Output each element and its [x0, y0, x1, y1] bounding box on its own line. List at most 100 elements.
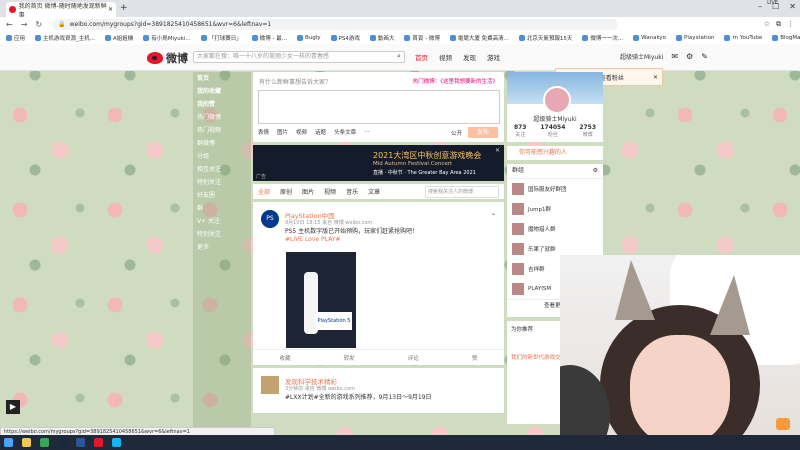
settings-gear-icon[interactable]: ⚙ — [686, 52, 693, 61]
publish-icon[interactable]: ✎ — [701, 52, 708, 61]
bookmark-item[interactable]: 应用 — [6, 34, 25, 42]
avatar[interactable] — [261, 376, 279, 394]
qq-icon[interactable] — [112, 438, 121, 447]
ad-banner[interactable]: 2021大湾区中秋创意游戏晚会 Mid Autumn Festival Conc… — [253, 145, 504, 181]
url-input[interactable]: 🔒 weibo.com/mygroups?gid=389182541045865… — [52, 19, 619, 30]
followers-count[interactable]: 174054 粉丝 — [540, 124, 565, 138]
sidebar-item[interactable]: 我的收藏 — [193, 85, 251, 98]
bookmark-item[interactable]: 主机游戏資源_主机... — [35, 34, 95, 42]
sidebar-item[interactable]: V+ 关注 — [193, 215, 251, 228]
bookmark-item[interactable]: 有小鳥Miyuki... — [143, 34, 191, 42]
post-action[interactable]: 转发 — [344, 354, 355, 362]
back-icon[interactable]: ← — [6, 20, 13, 29]
search-input[interactable]: 大家都在搜：唯一十八岁的美丽少女一样的青春感 — [193, 51, 405, 63]
hot-topic-link[interactable]: 热门微博：《这里我想要新的生活》 — [413, 77, 498, 85]
extensions-icon[interactable]: ⧉ — [776, 20, 781, 29]
bookmark-item[interactable]: 北京天氣預報15天 — [518, 34, 572, 42]
sidebar-item[interactable]: 特别关注 — [193, 228, 251, 241]
browser-tab[interactable]: 我的首页 微博-随时随地发现新鲜事 ✕ — [6, 2, 116, 19]
filter-tab[interactable]: 图片 — [302, 187, 314, 196]
posts-count[interactable]: 2753 微博 — [579, 124, 596, 138]
composer-tool[interactable]: 表情 — [258, 128, 269, 136]
close-banner-icon[interactable]: ✕ — [495, 147, 500, 154]
close-popup-icon[interactable]: ✕ — [653, 74, 658, 81]
forward-icon[interactable]: → — [21, 20, 28, 29]
filter-tab[interactable]: 文章 — [368, 187, 380, 196]
bookmark-item[interactable]: 電競大廈 免費高清... — [449, 34, 509, 42]
weibo-app-icon[interactable] — [94, 438, 103, 447]
sidebar-item[interactable]: 相互关注 — [193, 163, 251, 176]
sidebar-item[interactable]: 热门微博 — [193, 111, 251, 124]
post-action[interactable]: 评论 — [408, 354, 419, 362]
chat-icon[interactable] — [776, 418, 790, 430]
post-hashtag[interactable]: #LIVE Love PLAY# — [285, 236, 340, 243]
composer-tool[interactable]: 视频 — [296, 128, 307, 136]
sidebar-item[interactable]: 特别关注 — [193, 176, 251, 189]
close-tab-icon[interactable]: ✕ — [108, 6, 113, 13]
bookmark-item[interactable]: BlogMa 2021 Fu... — [772, 35, 800, 41]
bookmark-item[interactable]: PS4游戏 — [330, 34, 360, 42]
suggestion-card[interactable]: 你可能感兴趣的人 — [507, 146, 603, 160]
word-icon[interactable] — [76, 438, 85, 447]
gear-icon[interactable]: ⚙ — [593, 164, 598, 178]
visibility-select[interactable]: 公开 — [451, 129, 462, 137]
filter-tab[interactable]: 原创 — [280, 187, 292, 196]
sidebar-item[interactable]: 好友圈 — [193, 189, 251, 202]
sidebar-item[interactable]: 我的赞 — [193, 98, 251, 111]
search-icon[interactable]: ⌕ — [397, 52, 401, 61]
bookmark-item[interactable]: 首頁 - 微博 — [404, 34, 440, 42]
profile-avatar[interactable] — [543, 86, 571, 114]
sidebar-item[interactable]: 群 — [193, 202, 251, 215]
list-item[interactable]: 国际服友好群团 — [507, 179, 603, 199]
bookmark-item[interactable]: A姐姐機 — [105, 34, 133, 42]
filter-tab[interactable]: 视频 — [324, 187, 336, 196]
sidebar-item[interactable]: 热门视频 — [193, 124, 251, 137]
composer-tool[interactable]: 话题 — [315, 128, 326, 136]
reload-icon[interactable]: ↻ — [35, 20, 42, 29]
top-menu-item[interactable]: 首页 — [415, 52, 428, 62]
bookmark-item[interactable]: 微博 - 最... — [251, 34, 287, 42]
sidebar-item[interactable]: 首页 — [193, 72, 251, 85]
chevron-down-icon[interactable]: ⌄ — [491, 210, 496, 217]
top-menu-item[interactable]: 发现 — [463, 52, 476, 62]
avatar[interactable]: PS — [261, 210, 279, 228]
chrome-icon[interactable] — [40, 438, 49, 447]
following-count[interactable]: 873 关注 — [514, 124, 527, 138]
post-action[interactable]: 赞 — [472, 354, 478, 362]
profile-name[interactable]: 超级骑士Miyuki — [507, 114, 603, 123]
new-tab-icon[interactable]: + — [120, 3, 128, 13]
feed-search-input[interactable]: 搜索我关注人的微博 — [425, 186, 499, 198]
sidebar-item[interactable]: 分组 — [193, 150, 251, 163]
user-name[interactable]: 超级骑士Miyuki — [620, 52, 663, 61]
list-item[interactable]: 魔物猎人群 — [507, 219, 603, 239]
composer-tool[interactable]: 头条文章 — [334, 128, 356, 136]
publish-button[interactable]: 发布 — [468, 127, 498, 138]
bookmark-item[interactable]: Bugly — [297, 35, 321, 41]
top-menu-item[interactable]: 游戏 — [487, 52, 500, 62]
sidebar-item[interactable]: 更多 — [193, 241, 251, 254]
bookmark-item[interactable]: 微博一一次... — [582, 34, 623, 42]
message-icon[interactable]: ✉ — [671, 52, 678, 61]
menu-icon[interactable]: ⋮ — [787, 20, 794, 29]
post-image[interactable]: PlayStation 5 — [286, 252, 356, 348]
sidebar-item[interactable]: 群微博 — [193, 137, 251, 150]
play-icon[interactable]: ▶ — [6, 400, 20, 414]
list-item[interactable]: Jump1群 — [507, 199, 603, 219]
steam-icon[interactable] — [58, 438, 67, 447]
bookmark-item[interactable]: 「打球賽日」 — [200, 34, 242, 42]
weibo-logo[interactable]: 微博 — [147, 50, 188, 66]
bookmark-item[interactable]: 動画大 — [369, 34, 394, 42]
windows-start-icon[interactable] — [4, 438, 13, 447]
filter-tab[interactable]: 音乐 — [346, 187, 358, 196]
bookmark-item[interactable]: Wanakyo — [633, 35, 666, 41]
folder-icon[interactable] — [22, 438, 31, 447]
bookmark-item[interactable]: Playstation — [676, 35, 714, 41]
composer-tool[interactable]: ... — [364, 128, 369, 136]
top-menu-item[interactable]: 视频 — [439, 52, 452, 62]
composer-tool[interactable]: 图片 — [277, 128, 288, 136]
bookmark-item[interactable]: rn YouTube — [724, 35, 762, 41]
filter-tab[interactable]: 全部 — [258, 187, 270, 196]
composer-textarea[interactable] — [258, 90, 500, 124]
star-icon[interactable]: ☆ — [764, 20, 770, 29]
post-action[interactable]: 收藏 — [280, 354, 291, 362]
